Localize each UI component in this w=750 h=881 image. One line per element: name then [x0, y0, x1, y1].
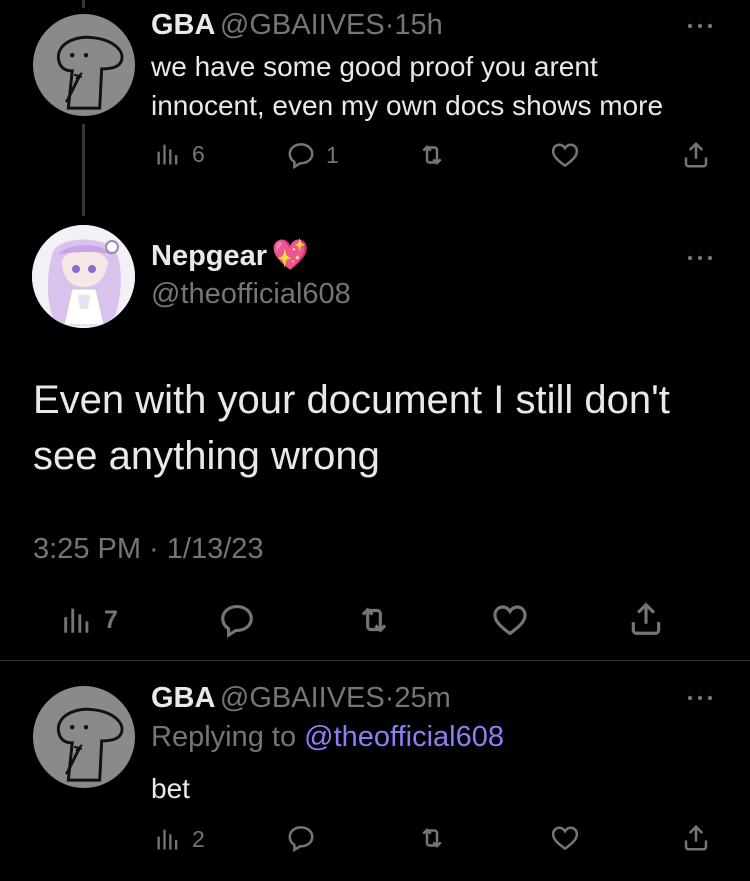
avatar-nepgear[interactable] [32, 225, 135, 328]
views-button[interactable]: 7 [60, 603, 118, 637]
share-button[interactable] [681, 140, 711, 170]
divider [0, 660, 750, 661]
more-icon[interactable] [684, 250, 716, 266]
separator: · [384, 682, 395, 714]
like-icon [490, 601, 530, 639]
display-name[interactable]: GBA [151, 682, 215, 714]
share-button[interactable] [627, 600, 665, 638]
handle[interactable]: @theofficial608 [151, 278, 351, 311]
reply-icon [286, 823, 316, 853]
views-icon [154, 825, 182, 853]
tweet1-text: we have some good proof you arent innoce… [151, 47, 663, 125]
replying-to-label: Replying to [151, 721, 297, 753]
reply-button[interactable]: 1 [286, 140, 339, 170]
timestamp[interactable]: 25m [394, 682, 450, 714]
retweet-button[interactable] [416, 823, 448, 853]
handle[interactable]: @GBAIIVES [220, 682, 385, 714]
mention-link[interactable]: @theofficial608 [304, 721, 504, 753]
like-button[interactable] [549, 823, 581, 853]
main-tweet-name-row: Nepgear 💖 [151, 238, 309, 273]
tweet-text-line: see anything wrong [33, 434, 380, 478]
timestamp[interactable]: 15h [394, 9, 442, 41]
replying-to: Replying to @theofficial608 [151, 721, 504, 754]
reply-count: 1 [326, 141, 339, 168]
main-tweet-text: Even with your document I still don't se… [33, 372, 670, 484]
views-icon [60, 603, 94, 637]
share-icon [627, 600, 665, 638]
display-name[interactable]: Nepgear [151, 240, 267, 272]
more-icon[interactable] [684, 18, 716, 34]
reply-icon [286, 140, 316, 170]
share-icon [681, 823, 711, 853]
more-icon[interactable] [684, 690, 716, 706]
reply-button[interactable] [286, 823, 316, 853]
reply-header: GBA @GBAIIVES·25m [151, 682, 451, 715]
views-count: 2 [192, 825, 205, 852]
share-button[interactable] [681, 823, 711, 853]
separator: · [384, 9, 395, 41]
retweet-button[interactable] [416, 140, 448, 170]
display-name[interactable]: GBA [151, 9, 215, 41]
sparkling-heart-icon: 💖 [271, 239, 309, 272]
retweet-icon [354, 601, 394, 639]
thread-line [82, 124, 85, 216]
avatar-gba[interactable] [33, 14, 135, 116]
reply-button[interactable] [218, 601, 256, 639]
tweet1-header: GBA @GBAIIVES·15h [151, 9, 443, 42]
views-icon [154, 140, 182, 168]
reply-text: bet [151, 773, 190, 804]
share-icon [681, 140, 711, 170]
like-icon [549, 823, 581, 853]
handle[interactable]: @GBAIIVES [220, 9, 385, 41]
tweet-text-line: innocent, even my own docs shows more [151, 90, 664, 121]
tweet-text-line: we have some good proof you arent [151, 51, 598, 82]
retweet-icon [416, 140, 448, 170]
views-count: 7 [104, 605, 118, 634]
retweet-icon [416, 823, 448, 853]
avatar-gba[interactable] [33, 686, 135, 788]
reply-icon [218, 601, 256, 639]
like-button[interactable] [490, 601, 530, 639]
views-count: 6 [192, 140, 205, 167]
retweet-button[interactable] [354, 601, 394, 639]
like-button[interactable] [549, 140, 581, 170]
thread-line-top [82, 0, 85, 8]
like-icon [549, 140, 581, 170]
tweet-text-line: Even with your document I still don't [33, 378, 670, 422]
views-button[interactable]: 2 [154, 825, 205, 853]
views-button[interactable]: 6 [154, 140, 205, 168]
tweet-timestamp[interactable]: 3:25 PM · 1/13/23 [33, 533, 264, 566]
